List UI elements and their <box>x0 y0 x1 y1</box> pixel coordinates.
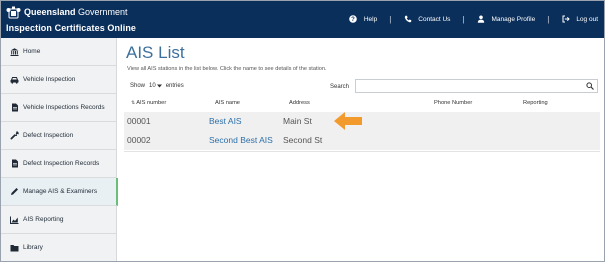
contact-us-label: Contact Us <box>418 15 451 23</box>
top-navbar: Queensland Government Inspection Certifi… <box>1 1 604 38</box>
separator: | <box>462 14 465 24</box>
page-title: AIS List <box>126 43 185 62</box>
main-content: AIS List View all AIS stations in the li… <box>118 38 604 261</box>
sidebar-item-vehicle-inspection[interactable]: Vehicle Inspection <box>1 66 117 94</box>
manage-profile-label: Manage Profile <box>491 15 536 23</box>
ais-name-link[interactable]: Best AIS <box>209 116 242 126</box>
column-header-reporting[interactable]: Reporting <box>523 100 548 106</box>
show-label: Show <box>130 83 146 89</box>
sidebar-item-label: AIS Reporting <box>23 216 64 223</box>
sidebar: Home Vehicle Inspection Vehicle Inspecti… <box>1 38 118 261</box>
entries-value: 10 <box>149 83 156 89</box>
table-header: ⇅AIS number AIS name Address Phone Numbe… <box>127 99 599 110</box>
entries-select[interactable]: 10 <box>148 83 163 89</box>
app-title: Inspection Certificates Online <box>6 23 137 33</box>
column-header-ais-name[interactable]: AIS name <box>215 100 240 106</box>
user-icon <box>477 15 486 24</box>
address-cell: Second St <box>283 135 323 145</box>
caret-down-icon <box>156 84 162 88</box>
sidebar-item-label: Library <box>23 244 43 251</box>
sidebar-item-label: Manage AIS & Examiners <box>23 188 98 195</box>
separator: | <box>389 14 392 24</box>
svg-text:?: ? <box>351 17 355 23</box>
phone-icon <box>403 15 412 24</box>
sidebar-item-label: Vehicle Inspection <box>23 76 76 83</box>
sidebar-item-defect-inspection[interactable]: Defect Inspection <box>1 122 117 150</box>
wrench-icon <box>10 131 19 140</box>
brand[interactable]: Queensland Government Inspection Certifi… <box>5 4 136 35</box>
contact-us-link[interactable]: Contact Us <box>403 15 450 24</box>
ais-name-link[interactable]: Second Best AIS <box>209 135 273 145</box>
bank-icon <box>10 47 19 56</box>
table-row: 00002 Second Best AIS Second St <box>124 131 600 150</box>
sidebar-item-vehicle-inspections-records[interactable]: Vehicle Inspections Records <box>1 94 117 122</box>
column-header-phone-number[interactable]: Phone Number <box>434 100 472 106</box>
ais-number-cell: 00002 <box>127 135 151 145</box>
app-window: Queensland Government Inspection Certifi… <box>0 0 605 262</box>
separator: | <box>547 14 550 24</box>
column-header-label: AIS number <box>136 100 167 106</box>
sidebar-item-manage-ais-examiners[interactable]: Manage AIS & Examiners <box>1 178 118 206</box>
address-cell: Main St <box>283 116 312 126</box>
folder-icon <box>10 244 19 252</box>
search-icon[interactable] <box>586 82 594 90</box>
manage-profile-link[interactable]: Manage Profile <box>477 15 536 24</box>
table-divider <box>124 151 600 152</box>
log-out-label: Log out <box>576 15 598 23</box>
government-name: Queensland Government <box>24 7 128 18</box>
ais-number-cell: 00001 <box>127 116 151 126</box>
sidebar-item-home[interactable]: Home <box>1 38 117 66</box>
search-label: Search <box>330 84 350 90</box>
help-link[interactable]: ? Help <box>349 15 377 24</box>
sidebar-item-label: Vehicle Inspections Records <box>23 104 105 111</box>
entries-control: Show 10 entries <box>130 83 184 89</box>
column-header-ais-number[interactable]: ⇅AIS number <box>131 100 166 106</box>
government-name-bold: Queensland <box>24 7 76 17</box>
search-input[interactable] <box>355 79 598 93</box>
column-header-address[interactable]: Address <box>289 100 310 106</box>
government-name-rest: Government <box>75 7 128 17</box>
header-links: ? Help | Contact Us | Manage Profile | L… <box>349 13 598 25</box>
intro-text: View all AIS stations in the list below.… <box>127 66 327 72</box>
log-out-link[interactable]: Log out <box>561 15 598 24</box>
help-label: Help <box>363 15 378 23</box>
queensland-crest-icon <box>6 6 21 19</box>
sidebar-item-label: Home <box>23 48 41 55</box>
sidebar-item-ais-reporting[interactable]: AIS Reporting <box>1 206 117 234</box>
document-icon <box>10 103 19 112</box>
entries-label: entries <box>165 83 184 89</box>
logout-icon <box>561 15 570 24</box>
annotation-arrow-icon <box>334 112 362 130</box>
document-icon <box>10 159 19 168</box>
car-icon <box>10 76 19 84</box>
chart-icon <box>10 216 19 224</box>
sidebar-item-label: Defect Inspection <box>23 132 74 139</box>
sort-icon: ⇅ <box>131 100 136 106</box>
help-circle-icon: ? <box>349 15 358 24</box>
sidebar-item-label: Defect Inspection Records <box>23 160 100 167</box>
sidebar-item-library[interactable]: Library <box>1 234 117 261</box>
sidebar-item-defect-inspection-records[interactable]: Defect Inspection Records <box>1 150 117 178</box>
pencil-icon <box>10 188 19 196</box>
